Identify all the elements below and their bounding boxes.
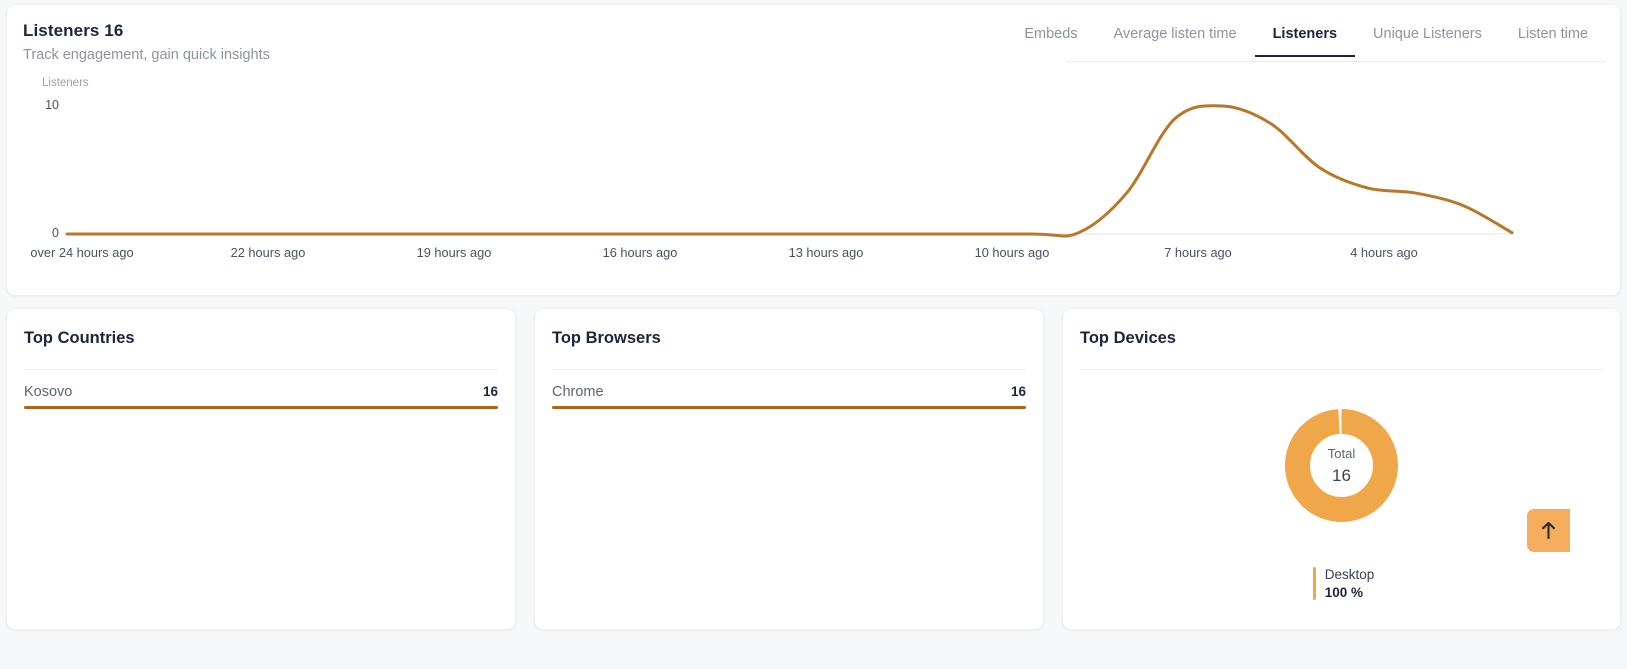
country-bar-fill bbox=[24, 406, 498, 409]
tab-listeners[interactable]: Listeners bbox=[1254, 25, 1356, 57]
x-tick-4: 13 hours ago bbox=[788, 245, 864, 260]
x-tick-2: 19 hours ago bbox=[416, 245, 492, 260]
donut-total-label: Total bbox=[1327, 445, 1356, 461]
scroll-to-top-button[interactable] bbox=[1527, 509, 1570, 552]
chart-header: Listeners 16 Track engagement, gain quic… bbox=[23, 21, 270, 63]
top-countries-card: Top Countries Kosovo 16 bbox=[6, 308, 516, 630]
stats-row: Top Countries Kosovo 16 Top Browsers Chr… bbox=[6, 308, 1621, 630]
devices-donut-wrap: Total 16 Desktop 100 % bbox=[1063, 381, 1620, 600]
top-countries-row: Kosovo 16 bbox=[24, 384, 498, 409]
tabs-divider bbox=[1066, 61, 1606, 62]
browser-bar-fill bbox=[552, 406, 1026, 409]
metric-tabs: Embeds Average listen time Listeners Uni… bbox=[1006, 25, 1606, 57]
country-bar-track bbox=[24, 406, 498, 409]
x-tick-7: 4 hours ago bbox=[1350, 245, 1418, 260]
tab-unique-listeners[interactable]: Unique Listeners bbox=[1355, 25, 1500, 57]
browser-value: 16 bbox=[1010, 384, 1026, 399]
x-tick-0: over 24 hours ago bbox=[30, 245, 134, 260]
tab-average-listen-time[interactable]: Average listen time bbox=[1096, 25, 1255, 57]
top-browsers-divider bbox=[552, 369, 1026, 370]
top-browsers-title: Top Browsers bbox=[552, 329, 661, 347]
top-browsers-row: Chrome 16 bbox=[552, 384, 1026, 409]
listeners-line-chart: Listeners 10 0 over 24 hours ago 22 hour… bbox=[7, 73, 1622, 273]
x-tick-6: 7 hours ago bbox=[1164, 245, 1232, 260]
devices-donut-chart: Total 16 bbox=[1285, 409, 1398, 522]
browser-bar-track bbox=[552, 406, 1026, 409]
page-subtitle: Track engagement, gain quick insights bbox=[23, 47, 270, 63]
line-chart-svg bbox=[65, 104, 1514, 238]
legend-device-name: Desktop bbox=[1324, 567, 1375, 582]
legend-color-swatch bbox=[1312, 567, 1316, 600]
country-value: 16 bbox=[482, 384, 498, 399]
top-countries-title: Top Countries bbox=[24, 329, 135, 347]
top-browsers-card: Top Browsers Chrome 16 bbox=[534, 308, 1044, 630]
legend-device-percent: 100 % bbox=[1324, 585, 1364, 600]
x-tick-5: 10 hours ago bbox=[974, 245, 1050, 260]
tab-embeds[interactable]: Embeds bbox=[1006, 25, 1095, 57]
country-name: Kosovo bbox=[24, 384, 73, 400]
devices-legend: Desktop 100 % bbox=[1312, 567, 1375, 600]
top-devices-card: Top Devices Total 16 Desktop 100 % bbox=[1062, 308, 1621, 630]
tab-listen-time[interactable]: Listen time bbox=[1500, 25, 1606, 57]
arrow-up-icon bbox=[1541, 521, 1556, 540]
donut-center-text: Total 16 bbox=[1285, 409, 1398, 522]
donut-total-value: 16 bbox=[1332, 465, 1351, 485]
top-devices-divider bbox=[1080, 369, 1603, 370]
x-axis-labels: over 24 hours ago 22 hours ago 19 hours … bbox=[7, 245, 1622, 265]
top-devices-title: Top Devices bbox=[1080, 329, 1176, 347]
analytics-dashboard: Listeners 16 Track engagement, gain quic… bbox=[0, 0, 1627, 669]
top-countries-divider bbox=[24, 369, 498, 370]
page-title: Listeners 16 bbox=[23, 21, 124, 40]
x-tick-3: 16 hours ago bbox=[602, 245, 678, 260]
listeners-series-line bbox=[65, 104, 1514, 238]
x-tick-1: 22 hours ago bbox=[230, 245, 306, 260]
browser-name: Chrome bbox=[552, 384, 604, 400]
listeners-chart-card: Listeners 16 Track engagement, gain quic… bbox=[6, 4, 1621, 296]
